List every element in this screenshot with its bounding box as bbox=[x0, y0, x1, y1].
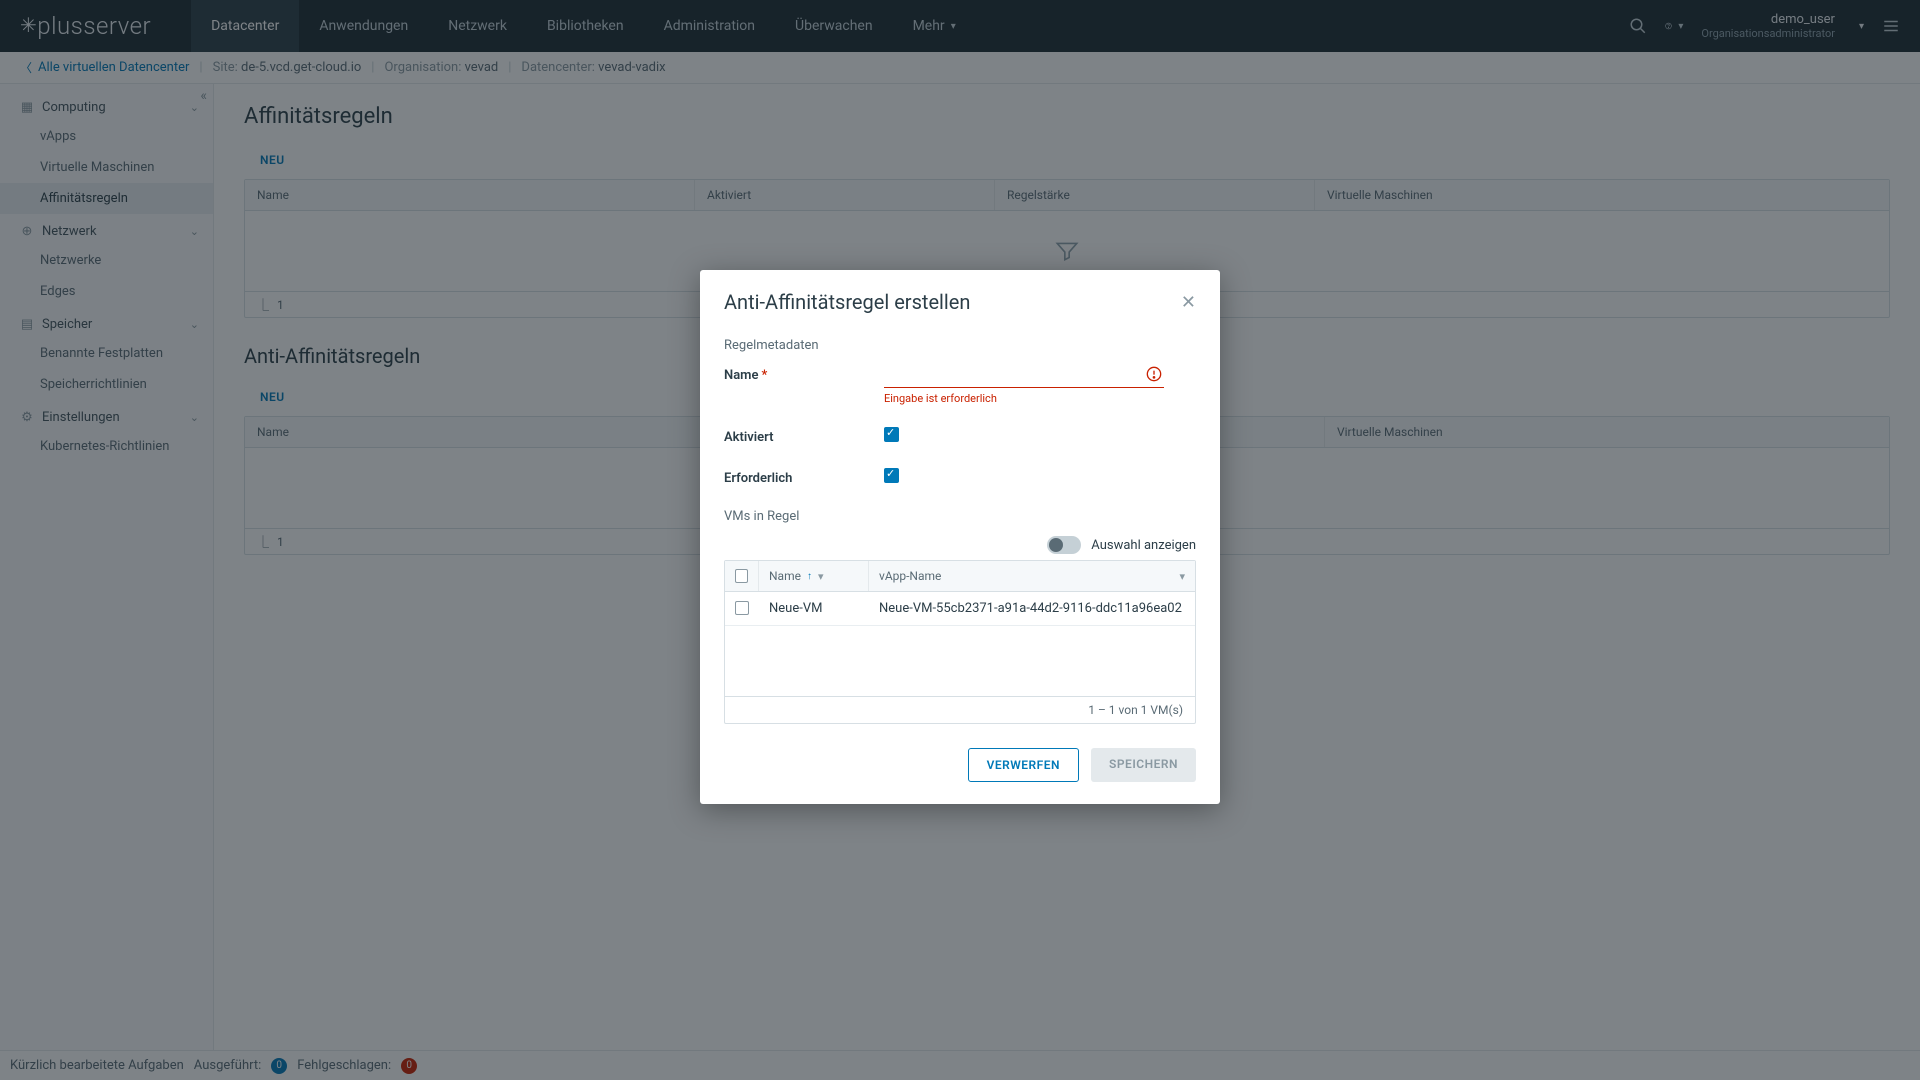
section-vms: VMs in Regel bbox=[724, 509, 1196, 524]
required-checkbox[interactable] bbox=[884, 468, 899, 483]
vm-col-name[interactable]: Name ↑ ▾ bbox=[759, 561, 869, 591]
create-anti-affinity-modal: Anti-Affinitätsregel erstellen ✕ Regelme… bbox=[700, 270, 1220, 804]
vm-col-checkbox bbox=[725, 561, 759, 591]
modal-footer: VERWERFEN SPEICHERN bbox=[700, 734, 1220, 804]
name-input[interactable] bbox=[884, 366, 1164, 388]
modal-header: Anti-Affinitätsregel erstellen ✕ bbox=[700, 270, 1220, 322]
modal-overlay: Anti-Affinitätsregel erstellen ✕ Regelme… bbox=[0, 0, 1920, 1080]
row-enabled: Aktiviert bbox=[724, 427, 1196, 446]
vm-grid-header: Name ↑ ▾ vApp-Name ▾ bbox=[725, 561, 1195, 592]
section-metadata: Regelmetadaten bbox=[724, 338, 1196, 353]
error-icon bbox=[1146, 366, 1162, 382]
vm-grid-footer: 1 – 1 von 1 VM(s) bbox=[725, 696, 1195, 723]
row-name: Name* Eingabe ist erforderlich bbox=[724, 365, 1196, 405]
name-error: Eingabe ist erforderlich bbox=[884, 392, 1196, 405]
vm-row-vapp: Neue-VM-55cb2371-a91a-44d2-9116-ddc11a96… bbox=[869, 592, 1195, 625]
modal-title: Anti-Affinitätsregel erstellen bbox=[724, 290, 970, 314]
vm-grid: Name ↑ ▾ vApp-Name ▾ Neue-VM Neue-VM-55c… bbox=[724, 560, 1196, 724]
filter-icon[interactable]: ▾ bbox=[818, 570, 824, 583]
sort-asc-icon: ↑ bbox=[807, 571, 812, 582]
vm-grid-spacer bbox=[725, 626, 1195, 696]
vm-row[interactable]: Neue-VM Neue-VM-55cb2371-a91a-44d2-9116-… bbox=[725, 592, 1195, 626]
name-input-wrap: Eingabe ist erforderlich bbox=[884, 365, 1196, 405]
vm-col-vapp[interactable]: vApp-Name ▾ bbox=[869, 561, 1195, 591]
required-label: Erforderlich bbox=[724, 468, 884, 486]
save-button[interactable]: SPEICHERN bbox=[1091, 748, 1196, 782]
row-required: Erforderlich bbox=[724, 468, 1196, 487]
show-selection-label: Auswahl anzeigen bbox=[1091, 538, 1196, 553]
required-star: * bbox=[761, 368, 767, 383]
discard-button[interactable]: VERWERFEN bbox=[968, 748, 1079, 782]
show-selection-toggle[interactable] bbox=[1047, 536, 1081, 554]
enabled-label: Aktiviert bbox=[724, 427, 884, 445]
close-icon[interactable]: ✕ bbox=[1181, 292, 1196, 313]
filter-icon[interactable]: ▾ bbox=[1179, 570, 1185, 583]
vm-select-all[interactable] bbox=[735, 569, 748, 583]
enabled-checkbox[interactable] bbox=[884, 427, 899, 442]
vm-row-checkbox[interactable] bbox=[735, 601, 749, 615]
vm-row-name: Neue-VM bbox=[759, 592, 869, 625]
name-label: Name* bbox=[724, 365, 884, 383]
show-selection-row: Auswahl anzeigen bbox=[724, 536, 1196, 554]
modal-body: Regelmetadaten Name* Eingabe ist erforde… bbox=[700, 322, 1220, 734]
